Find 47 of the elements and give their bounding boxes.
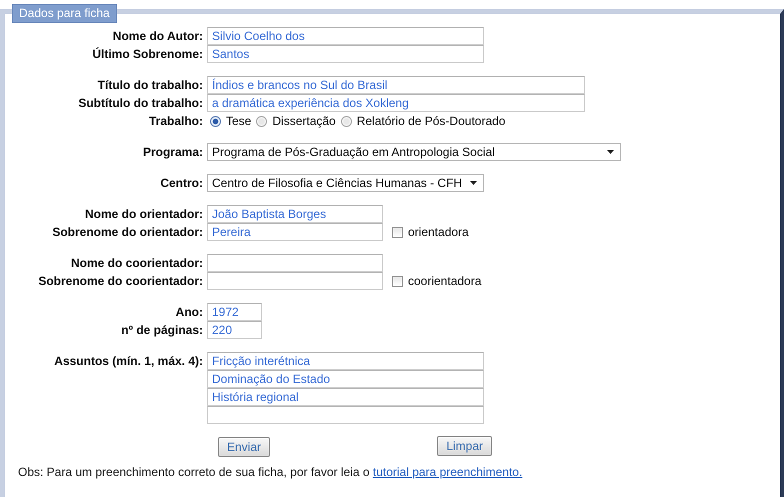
caret-icon — [607, 150, 614, 154]
field-label: Nome do orientador: — [84, 206, 204, 223]
field-label: Título do trabalho: — [96, 77, 204, 94]
submit-button[interactable]: Enviar — [218, 437, 270, 457]
radio-button[interactable] — [210, 116, 221, 126]
note-text: Obs: Para um preenchimento correto de sua ficha, por favor leia o tutorial para preenchimento. — [18, 465, 524, 479]
caret-icon — [470, 181, 477, 185]
input-field[interactable]: Fricção interétnica — [207, 352, 484, 370]
clear-button[interactable]: Limpar — [437, 436, 492, 456]
radio-label: Relatório de Pós-Doutorado — [356, 114, 506, 128]
dropdown[interactable]: Programa de Pós-Graduação em Antropologia Social — [207, 143, 621, 161]
field-label: Programa: — [142, 144, 204, 161]
input-field[interactable]: 220 — [207, 321, 262, 339]
input-field[interactable]: Santos — [207, 45, 484, 63]
tutorial-link[interactable]: tutorial para preenchimento. — [372, 465, 522, 479]
field-label: Sobrenome do coorientador: — [37, 273, 204, 290]
field-label: Último Sobrenome: — [91, 46, 204, 63]
field-label: Sobrenome do orientador: — [51, 224, 204, 241]
input-field[interactable] — [207, 272, 383, 290]
input-field[interactable]: Pereira — [207, 223, 383, 241]
field-label: Subtítulo do trabalho: — [77, 95, 204, 112]
dropdown[interactable]: Centro de Filosofia e Ciências Humanas - CFH — [207, 174, 484, 192]
field-label: Ano: — [174, 304, 204, 321]
radio-button[interactable] — [256, 116, 268, 126]
checkbox-label: orientadora — [408, 225, 469, 239]
input-field[interactable]: História regional — [207, 388, 484, 406]
input-field[interactable]: 1972 — [207, 303, 262, 321]
input-field[interactable]: Silvio Coelho dos — [207, 27, 484, 45]
checkbox[interactable] — [392, 276, 403, 286]
checkbox-label: coorientadora — [408, 274, 482, 288]
checkbox[interactable] — [392, 226, 403, 238]
field-label: Nome do Autor: — [112, 28, 204, 45]
field-label: Centro: — [159, 175, 204, 192]
panel-title: Dados para ficha — [12, 4, 117, 23]
field-label: Assuntos (mín. 1, máx. 4): — [53, 353, 204, 370]
input-field[interactable]: João Baptista Borges — [207, 205, 383, 223]
radio-label: Tese — [226, 114, 252, 128]
field-label: Trabalho: — [148, 113, 204, 130]
field-label: Nome do coorientador: — [70, 255, 204, 272]
field-label: nº de páginas: — [120, 322, 204, 339]
input-field[interactable]: Índios e brancos no Sul do Brasil — [207, 76, 585, 94]
input-field[interactable]: Dominação do Estado — [207, 370, 484, 388]
input-field[interactable]: a dramática experiência dos Xokleng — [207, 94, 585, 112]
radio-button[interactable] — [340, 116, 352, 126]
input-field[interactable] — [207, 254, 383, 272]
input-field[interactable] — [207, 406, 484, 424]
radio-label: Dissertação — [272, 114, 336, 128]
